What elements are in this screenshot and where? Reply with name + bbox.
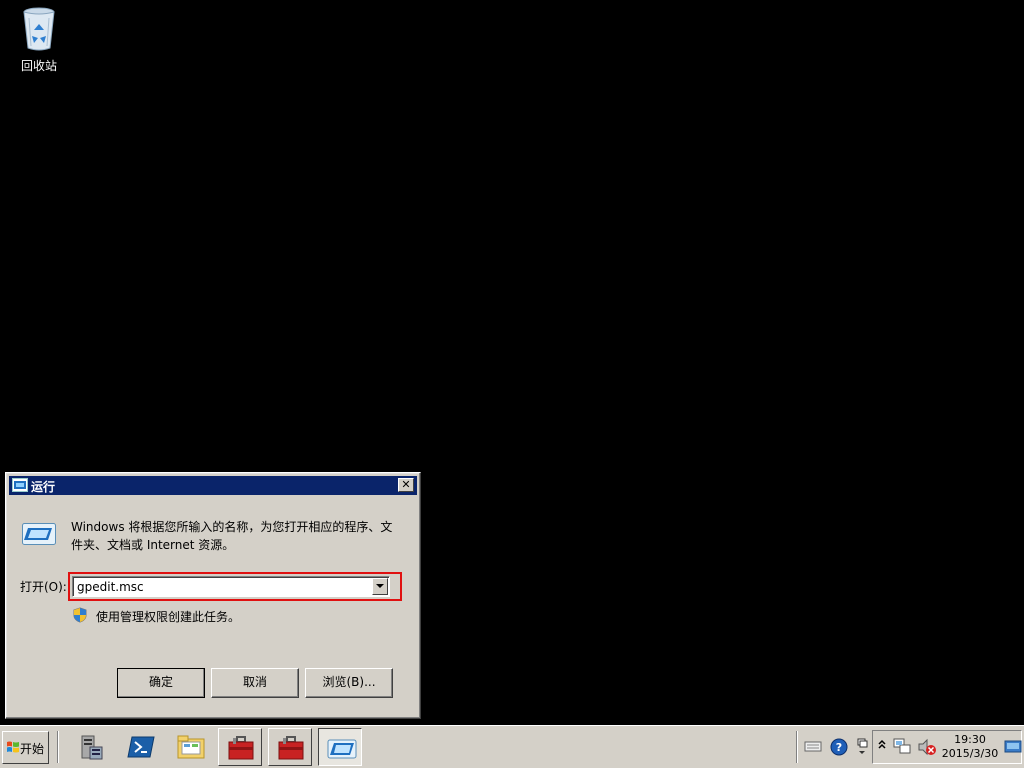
open-label: 打开(O): — [20, 580, 67, 594]
keyboard-icon[interactable] — [804, 738, 822, 754]
recycle-bin-icon — [23, 7, 55, 51]
run-dialog-title: 运行 — [31, 480, 56, 494]
taskbar-separator — [796, 731, 798, 763]
taskbar-run-dialog[interactable] — [318, 728, 362, 766]
close-icon: ✕ — [401, 478, 411, 491]
toolbox-icon — [278, 736, 304, 760]
open-combobox[interactable] — [72, 576, 390, 597]
run-dialog: 运行 ✕ Windows 将根据您所输入的名称，为您打开相应的程序、文件夹、文档… — [5, 472, 421, 719]
taskbar-separator — [57, 731, 59, 763]
cancel-button[interactable]: 取消 — [211, 668, 299, 698]
desktop: 回收站 运行 ✕ Windows 将根据您所输入的名称，为您打开相应的程序、文件… — [0, 0, 1024, 725]
clock[interactable]: 19:30 2015/3/30 — [940, 733, 1000, 761]
open-input[interactable] — [75, 578, 374, 595]
server-manager-icon — [81, 735, 103, 760]
windows-logo-icon — [7, 741, 19, 753]
language-bar-icon[interactable] — [855, 738, 869, 756]
volume-muted-icon[interactable] — [917, 737, 937, 757]
explorer-folder-icon — [177, 735, 205, 759]
run-window-icon — [12, 478, 28, 492]
uac-shield-icon — [73, 607, 87, 623]
run-window-icon — [327, 739, 357, 759]
start-label: 开始 — [20, 742, 45, 756]
admin-note: 使用管理权限创建此任务。 — [96, 610, 241, 624]
powershell-icon — [127, 736, 155, 758]
ok-button[interactable]: 确定 — [117, 668, 205, 698]
browse-button[interactable]: 浏览(B)... — [305, 668, 393, 698]
open-dropdown-button[interactable] — [372, 578, 388, 595]
start-button[interactable]: 开始 — [2, 731, 49, 764]
run-dialog-description: Windows 将根据您所输入的名称，为您打开相应的程序、文件夹、文档或 Int… — [71, 520, 393, 552]
clock-date: 2015/3/30 — [941, 747, 999, 760]
close-button[interactable]: ✕ — [398, 478, 414, 492]
show-desktop-icon[interactable] — [1004, 740, 1022, 754]
recycle-bin-label: 回收站 — [20, 59, 57, 73]
taskbar-explorer[interactable] — [168, 728, 212, 766]
taskbar-admin-tools-1[interactable] — [218, 728, 262, 766]
taskbar-server-manager[interactable] — [68, 728, 112, 766]
run-dialog-titlebar[interactable]: 运行 ✕ — [9, 476, 417, 495]
svg-text:?: ? — [836, 741, 842, 754]
network-icon[interactable] — [893, 737, 913, 757]
taskbar-powershell[interactable] — [118, 728, 162, 766]
clock-time: 19:30 — [954, 733, 986, 746]
run-program-icon — [22, 523, 56, 545]
help-icon[interactable]: ? — [830, 738, 848, 756]
show-hidden-icons-icon[interactable] — [877, 739, 887, 751]
recycle-bin-shortcut[interactable]: 回收站 — [10, 6, 68, 74]
taskbar-admin-tools-2[interactable] — [268, 728, 312, 766]
toolbox-icon — [228, 736, 254, 760]
taskbar: 开始 ? 19:30 2015/3/30 — [0, 725, 1024, 768]
chevron-down-icon — [376, 584, 384, 588]
